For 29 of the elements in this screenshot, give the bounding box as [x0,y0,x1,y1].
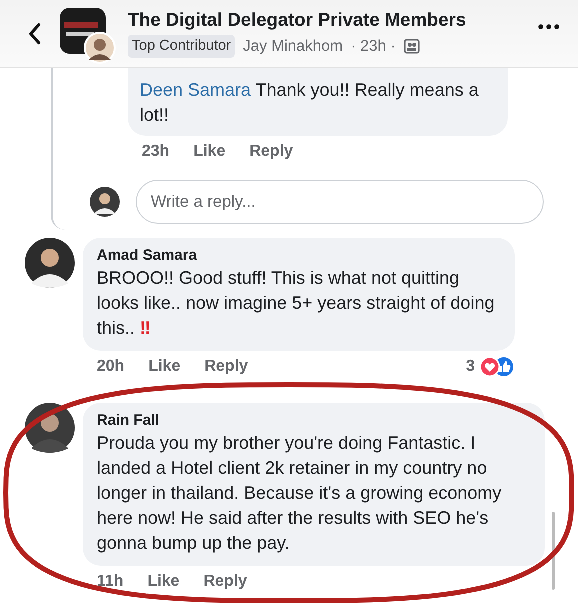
commenter-name[interactable]: Amad Samara [97,246,501,266]
like-link[interactable]: Like [194,140,226,164]
avatar[interactable] [84,32,116,64]
comment-text: Prouda you my brother you're doing Fantastic. I landed a Hotel client 2k retainer in my country no longer in thailand. Because it's a growing economy here now! He said after the results with SEO he's gonna bump up the pay. [97,432,503,555]
group-title[interactable]: The Digital Delegator Private Members [128,8,538,31]
author-name[interactable]: Jay Minakhom [243,34,344,58]
like-link[interactable]: Like [148,570,180,594]
like-link[interactable]: Like [148,355,181,379]
commenter-name[interactable]: Rain Fall [97,411,531,431]
reply-field[interactable]: Write a reply... [136,180,544,224]
more-icon[interactable] [538,24,560,30]
comment-time: 20h [97,357,125,377]
reply-link[interactable]: Reply [204,570,248,594]
comment-text: BROOO!! Good stuff! This is what not quitting looks like.. now imagine 5+ years straight of doing this.. ‼ [97,267,496,340]
comment-time: 23h [142,142,170,162]
reply-bubble: Deen Samara Thank you!! Really means a lot!! [128,68,508,136]
reaction-icons[interactable] [479,357,515,377]
comment-time: 11h [97,572,124,592]
post-time: · 23h · [351,36,396,57]
contributor-label: Top Contributor [128,34,236,58]
back-icon[interactable] [28,22,42,44]
group-icon [404,39,420,54]
avatar[interactable] [25,403,75,453]
scroll-bar[interactable] [552,512,555,590]
avatar[interactable] [25,238,75,288]
reply-link[interactable]: Reply [250,140,294,164]
avatar [90,187,120,217]
reply-link[interactable]: Reply [204,355,248,379]
reaction-count: 3 [466,357,475,377]
